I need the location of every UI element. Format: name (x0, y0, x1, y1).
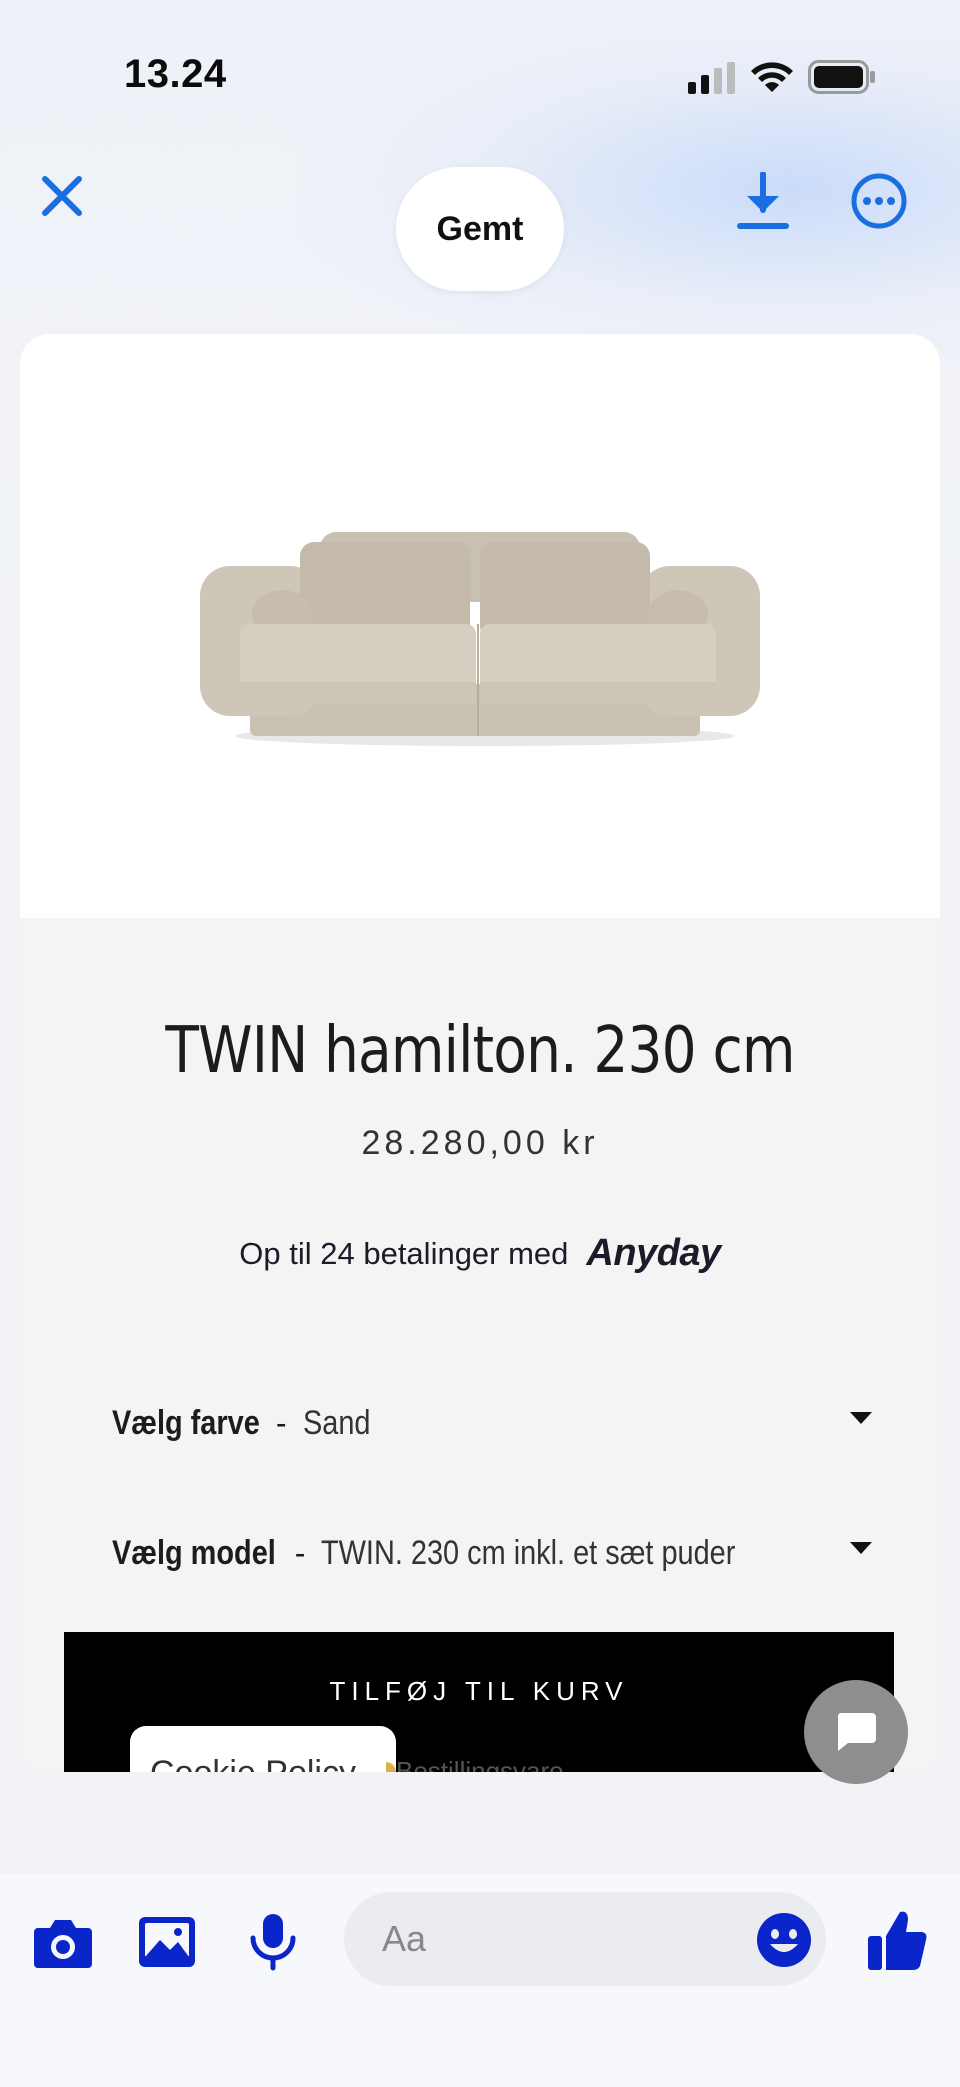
download-icon (737, 171, 789, 229)
thumbs-up-icon[interactable] (866, 1908, 928, 1972)
emoji-icon[interactable] (756, 1912, 812, 1968)
product-title: TWIN hamilton. 230 cm (165, 1014, 795, 1088)
color-select-separator: - (275, 1404, 287, 1441)
product-image-area (20, 334, 940, 918)
more-icon (851, 173, 907, 229)
message-input-placeholder: Aa (382, 1918, 427, 1959)
saved-indicator: Gemt (396, 167, 564, 291)
product-card: TWIN hamilton. 230 cm 28.280,00 kr Op ti… (20, 334, 940, 1772)
cookie-policy-tab[interactable]: Cookie Policy (130, 1726, 396, 1772)
chat-button[interactable] (804, 1680, 908, 1784)
wifi-icon (751, 62, 793, 92)
installments-text: Op til 24 betalinger med (239, 1235, 569, 1271)
microphone-icon[interactable] (242, 1912, 304, 1972)
more-options-button[interactable] (850, 172, 908, 230)
message-input[interactable]: Aa (344, 1892, 826, 1986)
model-select[interactable]: Vælg model - TWIN. 230 cm inkl. et sæt p… (112, 1518, 872, 1588)
battery-icon (808, 60, 875, 94)
sofa-image (200, 532, 760, 746)
color-select-label: Vælg farve (112, 1403, 260, 1442)
product-price: 28.280,00 kr (361, 1124, 599, 1162)
chevron-down-icon (850, 1412, 872, 1424)
color-select-value: Sand (302, 1403, 371, 1442)
gallery-icon[interactable] (136, 1912, 198, 1972)
chat-bubble-icon (837, 1713, 876, 1751)
model-select-separator: - (294, 1534, 306, 1571)
color-select[interactable]: Vælg farve - Sand (112, 1388, 872, 1458)
cellular-signal-icon (688, 62, 735, 94)
chevron-down-icon (850, 1542, 872, 1554)
order-note: Bestillingsvare (396, 1756, 564, 1772)
status-time: 13.24 (124, 52, 227, 96)
installments-info: Op til 24 betalinger med Anyday (20, 1232, 940, 1275)
status-bar: 13.24 (0, 0, 960, 120)
close-button[interactable] (36, 170, 88, 222)
download-button[interactable] (734, 171, 792, 232)
close-icon (42, 176, 82, 216)
anyday-logo: Anyday (586, 1232, 721, 1274)
model-select-label: Vælg model (112, 1533, 276, 1572)
model-select-value: TWIN. 230 cm inkl. et sæt puder (321, 1533, 736, 1572)
camera-icon[interactable] (32, 1912, 94, 1972)
